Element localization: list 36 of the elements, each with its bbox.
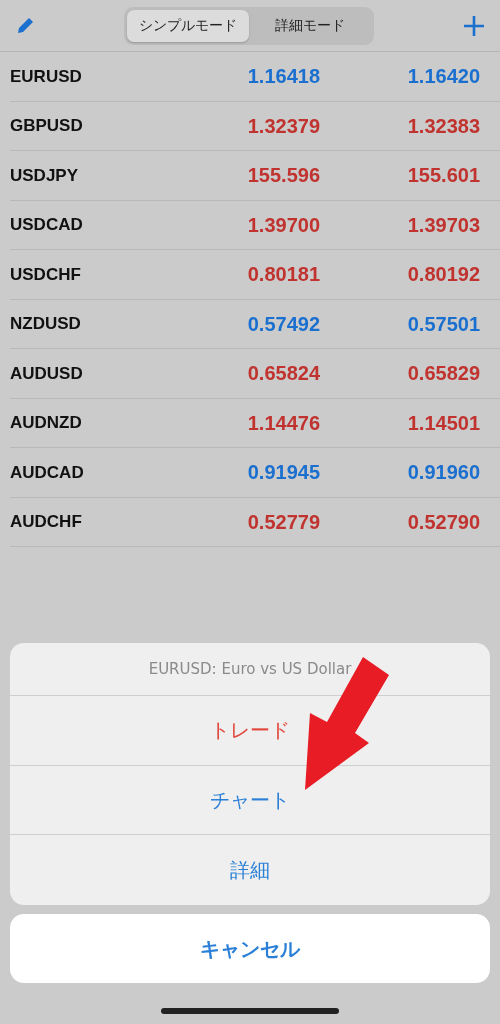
ask-price: 0.52790	[406, 509, 480, 535]
bid-price: 0.52779	[246, 509, 320, 535]
symbol-label: GBPUSD	[10, 115, 84, 137]
symbol-label: AUDCAD	[10, 461, 85, 484]
ask-price: 1.14501	[406, 410, 480, 436]
bid-price: 0.57492	[246, 311, 320, 337]
cancel-button[interactable]: キャンセル	[10, 914, 490, 983]
ask-price: 1.39703	[406, 212, 480, 238]
ask-price: 0.57501	[406, 311, 480, 337]
bid-price: 1.32379	[246, 113, 320, 139]
ask-price: 0.65829	[406, 361, 480, 387]
bid-price: 155.596	[246, 163, 320, 189]
symbol-label: USDCAD	[10, 214, 84, 236]
symbol-label: NZDUSD	[10, 313, 82, 335]
symbol-label: AUDUSD	[10, 362, 84, 385]
mode-tab[interactable]: シンプルモード	[127, 9, 249, 42]
add-icon[interactable]	[462, 13, 486, 38]
sheet-title: EURUSD: Euro vs US Dollar	[148, 658, 352, 680]
ask-price: 0.91960	[406, 460, 480, 486]
symbol-label: EURUSD	[10, 65, 83, 88]
ask-price: 1.32383	[406, 113, 480, 139]
symbol-label: USDCHF	[10, 263, 82, 286]
action-button[interactable]: 詳細	[10, 835, 490, 905]
bid-price: 0.80181	[246, 262, 320, 288]
bid-price: 0.91945	[246, 460, 320, 486]
ask-price: 155.601	[406, 163, 480, 189]
ask-price: 0.80192	[406, 262, 480, 288]
mode-tab[interactable]: 詳細モード	[249, 9, 371, 42]
ask-price: 1.16420	[406, 64, 480, 90]
bid-price: 1.14476	[246, 410, 320, 436]
bid-price: 1.39700	[246, 212, 320, 238]
symbol-label: AUDCHF	[10, 511, 83, 533]
bid-price: 0.65824	[246, 361, 320, 387]
symbol-label: USDJPY	[10, 164, 80, 187]
bid-price: 1.16418	[246, 64, 320, 90]
symbol-label: AUDNZD	[10, 412, 83, 434]
